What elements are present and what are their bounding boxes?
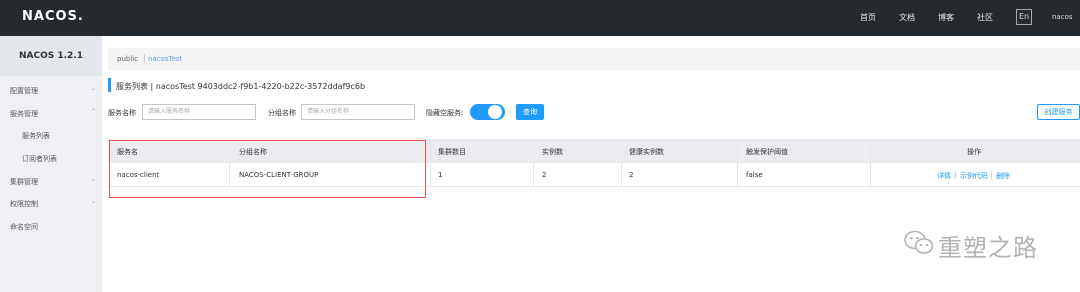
top-navbar: [0, 0, 1080, 36]
column-header-actions: 操作: [967, 148, 981, 156]
breadcrumb-separator: |: [143, 54, 146, 62]
sample-code-link[interactable]: 示例代码: [960, 171, 988, 181]
action-separator: |: [990, 171, 993, 179]
hide-empty-label: 隐藏空服务:: [426, 109, 464, 117]
column-divider: [870, 139, 871, 186]
sidebar-item-namespace[interactable]: 命名空间: [10, 222, 38, 232]
namespace-bar: [108, 48, 1080, 70]
service-name-label: 服务名称: [108, 109, 136, 117]
language-switch[interactable]: En: [1016, 9, 1032, 25]
nacos-logo[interactable]: NACOS.: [22, 9, 84, 24]
toggle-knob: [488, 105, 502, 119]
title-accent-bar: [108, 78, 111, 92]
column-divider: [533, 139, 534, 186]
chevron-up-icon: ⌃: [91, 108, 97, 115]
sidebar-item-cluster[interactable]: 集群管理: [10, 177, 38, 187]
wechat-icon: [904, 230, 934, 254]
cell-protect: false: [746, 171, 763, 179]
sidebar-item-config[interactable]: 配置管理: [10, 86, 38, 96]
user-name[interactable]: nacos: [1052, 13, 1073, 21]
column-divider: [621, 139, 622, 186]
chevron-down-icon: ⌄: [91, 198, 97, 205]
nav-docs[interactable]: 文档: [899, 12, 915, 23]
create-service-button[interactable]: 创建服务: [1037, 104, 1080, 120]
query-button[interactable]: 查询: [516, 104, 544, 120]
column-divider: [737, 139, 738, 186]
nav-blog[interactable]: 博客: [938, 12, 954, 23]
cell-clusters: 1: [438, 171, 443, 179]
nav-home[interactable]: 首页: [860, 12, 876, 23]
column-header-protect: 触发保护阈值: [746, 148, 788, 156]
cell-healthy: 2: [629, 171, 634, 179]
highlight-box: [109, 140, 426, 198]
chevron-down-icon: ⌄: [91, 85, 97, 92]
version-label: NACOS 1.2.1: [0, 36, 102, 76]
sidebar-item-subscribers[interactable]: 订阅者列表: [22, 154, 57, 164]
group-name-input[interactable]: 请输入分组名称: [301, 104, 415, 120]
page-title: 服务列表 | nacosTest 9403ddc2-f9b1-4220-b22c…: [116, 82, 366, 91]
column-header-instances: 实例数: [542, 148, 563, 156]
watermark-text: 重塑之路: [938, 234, 1038, 262]
sidebar-item-service-list[interactable]: 服务列表: [22, 131, 50, 141]
chevron-down-icon: ⌄: [91, 176, 97, 183]
column-divider: [430, 139, 431, 186]
delete-link[interactable]: 删除: [996, 171, 1010, 181]
detail-link[interactable]: 详情: [937, 171, 951, 181]
group-name-label: 分组名称: [268, 109, 296, 117]
column-header-healthy: 健康实例数: [629, 148, 664, 156]
namespace-nacostest[interactable]: nacosTest: [148, 55, 182, 63]
sidebar-item-auth[interactable]: 权限控制: [10, 199, 38, 209]
service-name-input[interactable]: 请输入服务名称: [142, 104, 256, 120]
sidebar-item-service-management[interactable]: 服务管理: [10, 109, 38, 119]
nav-community[interactable]: 社区: [977, 12, 993, 23]
column-header-clusters: 集群数目: [438, 148, 466, 156]
cell-instances: 2: [542, 171, 547, 179]
action-separator: |: [954, 171, 957, 179]
namespace-public[interactable]: public: [117, 55, 138, 63]
